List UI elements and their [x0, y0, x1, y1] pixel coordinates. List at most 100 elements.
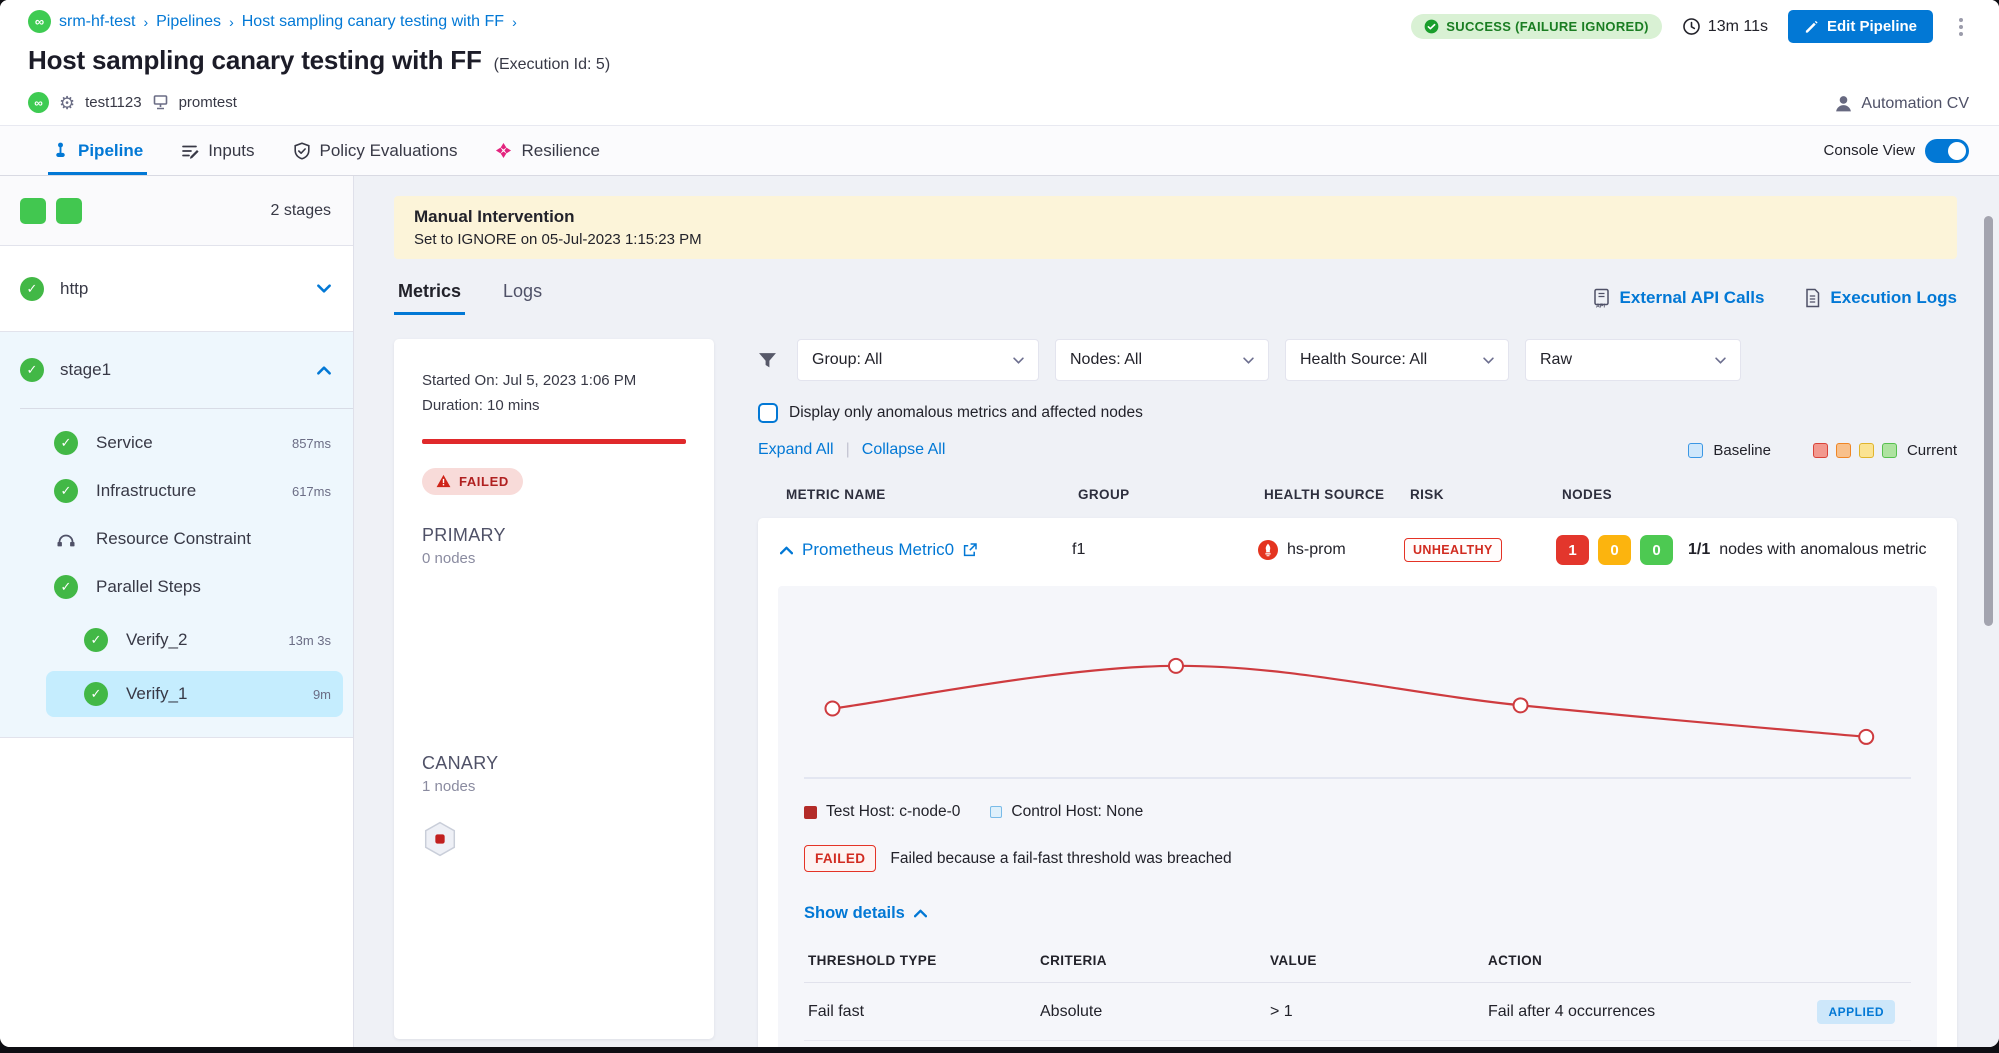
edit-pipeline-button[interactable]: Edit Pipeline	[1788, 10, 1933, 43]
nodes-ratio-text: nodes with anomalous metric	[1719, 541, 1926, 559]
success-check-icon: ✓	[54, 479, 78, 503]
anomalous-checkbox[interactable]	[758, 403, 778, 423]
shield-check-icon	[293, 142, 311, 160]
col-value: VALUE	[1270, 953, 1488, 968]
failure-message: Failed because a fail-fast threshold was…	[890, 850, 1231, 868]
tab-resilience[interactable]: Resilience	[491, 126, 603, 175]
current-swatch-yellow	[1859, 443, 1874, 458]
banner-message: Set to IGNORE on 05-Jul-2023 1:15:23 PM	[414, 231, 1937, 248]
prometheus-icon	[1258, 540, 1278, 560]
col-criteria: CRITERIA	[1040, 953, 1270, 968]
expand-all-link[interactable]: Expand All	[758, 441, 834, 459]
test-host-label: Test Host: c-node-0	[826, 803, 960, 821]
col-nodes: NODES	[1562, 487, 1929, 502]
test-host-swatch	[804, 806, 817, 819]
success-check-icon: ✓	[84, 682, 108, 706]
external-api-calls-link[interactable]: API External API Calls	[1592, 288, 1765, 308]
tab-inputs[interactable]: Inputs	[177, 126, 258, 175]
col-risk: RISK	[1410, 487, 1562, 502]
tab-policy-evaluations[interactable]: Policy Evaluations	[289, 126, 462, 175]
stage-summary: 2 stages	[0, 176, 353, 246]
sidebar-stage-http[interactable]: ✓ http	[0, 246, 353, 332]
risk-badge: UNHEALTHY	[1404, 538, 1502, 562]
data-type-dropdown[interactable]: Raw	[1525, 339, 1741, 381]
node-count-warning: 0	[1598, 535, 1631, 565]
sidebar-step-resource-constraint[interactable]: Resource Constraint	[0, 515, 353, 563]
col-metric-name: METRIC NAME	[786, 487, 1078, 502]
breadcrumb-pipeline-name[interactable]: Host sampling canary testing with FF	[242, 13, 504, 31]
chevron-right-icon: ›	[229, 14, 234, 30]
inputs-icon	[181, 142, 199, 160]
canary-node-hexagon[interactable]	[422, 821, 686, 857]
anomalous-checkbox-label: Display only anomalous metrics and affec…	[789, 404, 1143, 422]
chevron-up-icon	[914, 909, 927, 918]
pipeline-icon	[52, 142, 69, 159]
canary-label: CANARY	[422, 753, 686, 774]
svg-text:API: API	[1596, 303, 1605, 308]
action-cell: Fail after 4 occurrences APPLIED	[1488, 1000, 1907, 1024]
banner-title: Manual Intervention	[414, 207, 1937, 227]
group-filter-dropdown[interactable]: Group: All	[797, 339, 1039, 381]
tab-pipeline[interactable]: Pipeline	[48, 126, 147, 175]
user-menu[interactable]: Automation CV	[1834, 94, 1969, 113]
health-source-filter-dropdown[interactable]: Health Source: All	[1285, 339, 1509, 381]
environment-icon	[152, 94, 169, 111]
criteria-cell: Absolute	[1040, 1003, 1270, 1021]
breadcrumb-project[interactable]: srm-hf-test	[59, 13, 135, 31]
tab-metrics[interactable]: Metrics	[394, 281, 465, 315]
sidebar-step-verify1-selected[interactable]: ✓ Verify_1 9m	[46, 671, 343, 717]
vertical-scrollbar[interactable]	[1984, 216, 1993, 626]
collapse-all-link[interactable]: Collapse All	[862, 441, 946, 459]
failed-badge: FAILED	[804, 845, 876, 872]
sidebar-step-infrastructure[interactable]: ✓ Infrastructure 617ms	[0, 467, 353, 515]
col-health-source: HEALTH SOURCE	[1264, 487, 1410, 502]
sidebar-step-verify2[interactable]: ✓ Verify_2 13m 3s	[0, 617, 353, 663]
chevron-down-icon[interactable]	[317, 284, 331, 293]
environment-tag[interactable]: promtest	[179, 94, 237, 111]
expand-collapse-row: Expand All | Collapse All Baseline Curre…	[758, 441, 1957, 459]
breadcrumb: ∞ srm-hf-test › Pipelines › Host samplin…	[28, 10, 610, 33]
external-link-icon	[963, 543, 977, 557]
risk-cell: UNHEALTHY	[1404, 538, 1556, 562]
current-label: Current	[1907, 442, 1957, 459]
metric-row-card: Prometheus Metric0 f1 hs-prom UNHEALTHY …	[758, 518, 1957, 1047]
baseline-swatch	[1688, 443, 1703, 458]
nodes-filter-dropdown[interactable]: Nodes: All	[1055, 339, 1269, 381]
failure-reason-row: FAILED Failed because a fail-fast thresh…	[804, 845, 1911, 872]
current-swatch-red	[1813, 443, 1828, 458]
baseline-label: Baseline	[1713, 442, 1771, 459]
applied-badge: APPLIED	[1817, 1000, 1895, 1024]
sidebar-step-parallel-steps[interactable]: ✓ Parallel Steps	[0, 563, 353, 611]
metric-row: Prometheus Metric0 f1 hs-prom UNHEALTHY …	[758, 518, 1957, 582]
metric-line-chart	[804, 612, 1911, 787]
value-cell: > 1	[1270, 1003, 1488, 1021]
execution-logs-link[interactable]: Execution Logs	[1804, 288, 1957, 308]
breadcrumb-pipelines[interactable]: Pipelines	[156, 13, 221, 31]
metric-name-cell[interactable]: Prometheus Metric0	[780, 540, 1072, 560]
chart-color-legend: Baseline Current	[1688, 442, 1957, 459]
sidebar-stage-stage1[interactable]: ✓ stage1	[0, 332, 353, 408]
show-details-link[interactable]: Show details	[804, 904, 927, 923]
verification-status-badge: FAILED	[422, 468, 523, 495]
expanded-stage-section: ✓ stage1 ✓ Service 857ms ✓ Infrastructur…	[0, 332, 353, 738]
manual-intervention-banner: Manual Intervention Set to IGNORE on 05-…	[394, 196, 1957, 259]
success-check-icon: ✓	[54, 431, 78, 455]
threshold-table-row: Fail fast Absolute > 1 Fail after 4 occu…	[804, 983, 1911, 1041]
warning-triangle-icon	[436, 474, 451, 488]
tab-logs[interactable]: Logs	[499, 281, 546, 315]
primary-label: PRIMARY	[422, 525, 686, 546]
app-window: ∞ srm-hf-test › Pipelines › Host samplin…	[0, 0, 1999, 1047]
step-duration: 857ms	[292, 436, 331, 451]
main-tabbar: Pipeline Inputs Policy Evaluations Resil…	[0, 125, 1999, 176]
health-source-cell: hs-prom	[1258, 540, 1404, 560]
verification-summary-card: Started On: Jul 5, 2023 1:06 PM Duration…	[394, 339, 714, 1039]
control-host-swatch	[990, 806, 1002, 818]
filter-funnel-icon	[758, 352, 777, 369]
chevron-up-icon[interactable]	[317, 366, 331, 375]
sidebar-step-service[interactable]: ✓ Service 857ms	[0, 419, 353, 467]
console-view-toggle[interactable]	[1925, 139, 1969, 163]
execution-duration: 13m 11s	[1682, 17, 1768, 36]
more-options-icon[interactable]	[1953, 14, 1969, 40]
service-tag[interactable]: test1123	[85, 94, 141, 111]
chevron-down-icon	[1715, 357, 1726, 364]
